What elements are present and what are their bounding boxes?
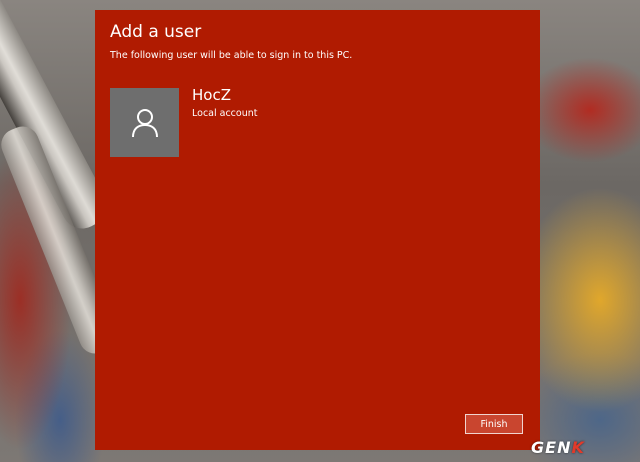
user-silhouette-icon — [131, 108, 158, 137]
genk-watermark-logo: GENK — [531, 438, 585, 457]
dialog-title: Add a user — [110, 22, 202, 42]
account-type-label: Local account — [192, 108, 258, 119]
desktop-background: Add a user The following user will be ab… — [0, 0, 640, 462]
add-user-dialog: Add a user The following user will be ab… — [95, 10, 540, 450]
user-name: HocZ — [192, 86, 231, 104]
dialog-subtitle: The following user will be able to sign … — [110, 50, 353, 61]
user-avatar — [110, 88, 179, 157]
finish-button[interactable]: Finish — [465, 414, 523, 434]
